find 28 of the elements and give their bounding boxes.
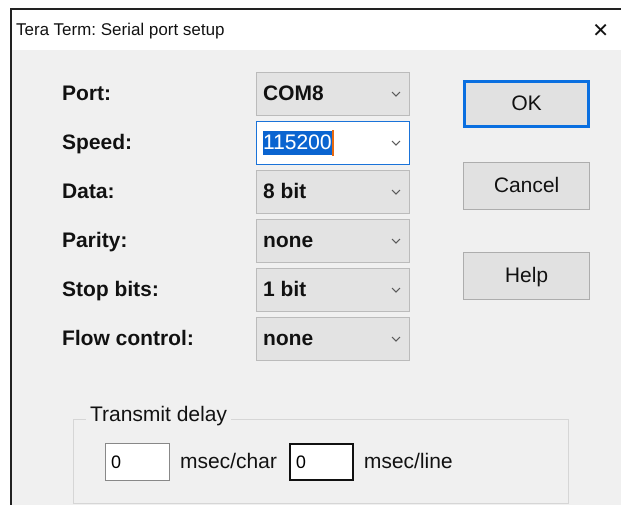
dropdown-field[interactable]: COM8 [256,72,410,116]
unit-label: msec/line [364,450,453,474]
chevron-down-icon [391,238,401,244]
dropdown-field[interactable]: none [256,317,410,361]
dialog-button[interactable]: Cancel [463,162,590,210]
dropdown-field[interactable]: 8 bit [256,170,410,214]
dropdown-field[interactable]: none [256,219,410,263]
input-field[interactable]: 0 [105,443,170,481]
chevron-down-icon [391,91,401,97]
field-label: Data: [62,180,116,204]
close-button[interactable]: ✕ [592,18,609,42]
field-label: Flow control: [62,327,195,351]
group-title: Transmit delay [86,403,231,427]
input-field[interactable]: 0 [288,443,354,481]
window-title: Tera Term: Serial port setup [16,20,224,40]
dropdown-field[interactable]: 115200 [256,121,410,165]
field-label: Speed: [62,131,134,155]
dialog-button[interactable]: OK [463,80,590,128]
chevron-down-icon [391,336,401,342]
unit-label: msec/char [180,450,277,474]
field-label: Stop bits: [62,278,160,302]
field-label: Parity: [62,229,128,253]
dialog-button[interactable]: Help [463,252,590,300]
chevron-down-icon [391,189,401,195]
chevron-down-icon [391,287,401,293]
dropdown-field[interactable]: 1 bit [256,268,410,312]
chevron-down-icon [391,140,401,146]
field-label: Port: [62,82,112,106]
